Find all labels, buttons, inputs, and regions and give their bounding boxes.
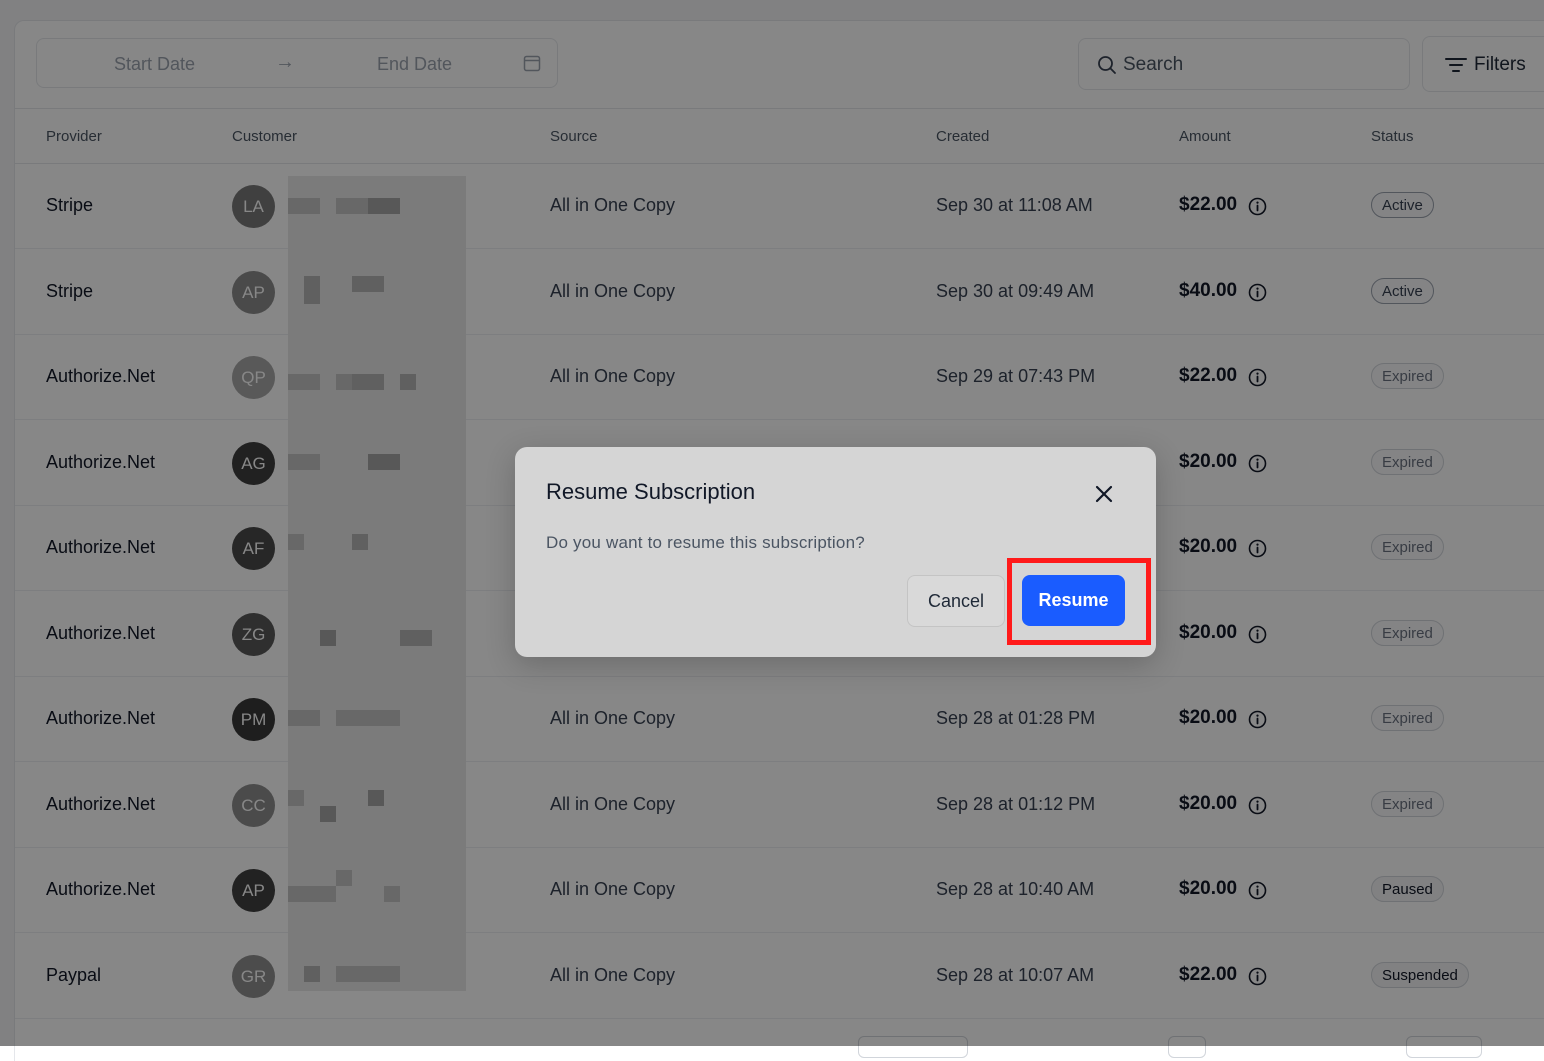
dialog-title: Resume Subscription [546, 479, 756, 504]
resume-button[interactable]: Resume [1022, 575, 1125, 626]
close-icon[interactable] [1093, 483, 1115, 505]
cancel-button[interactable]: Cancel [907, 575, 1005, 627]
resume-subscription-dialog: Resume Subscription Do you want to resum… [515, 447, 1156, 657]
dialog-message: Do you want to resume this subscription? [546, 533, 865, 552]
